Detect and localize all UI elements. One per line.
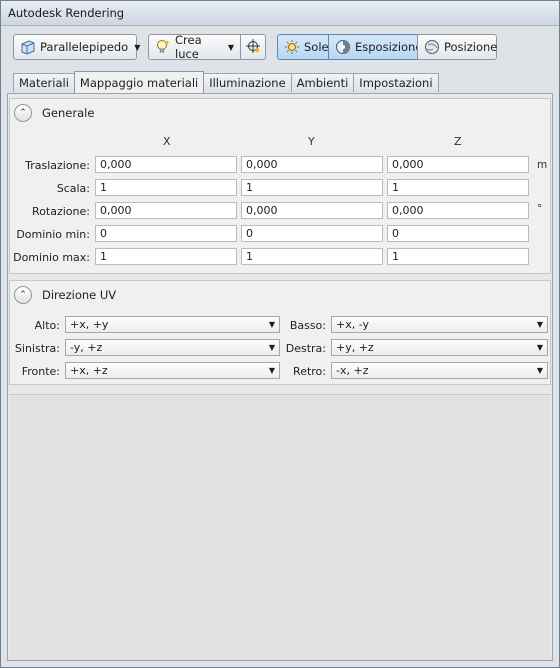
lightbulb-icon <box>155 39 171 55</box>
general-title: Generale <box>42 106 95 120</box>
tab-environments[interactable]: Ambienti <box>290 73 355 92</box>
axis-z-label: Z <box>454 135 462 148</box>
translation-y-field[interactable]: 0,000 <box>241 156 383 173</box>
uv-top-value: +x, +y <box>70 318 109 331</box>
dropdown-arrow-icon: ▼ <box>536 343 543 352</box>
empty-content-area <box>9 394 551 660</box>
dropdown-arrow-icon: ▼ <box>268 366 275 375</box>
toolbar: Parallelepipedo ▼ Crea luce ▼ Sole Espos… <box>11 33 551 62</box>
scale-x-field[interactable]: 1 <box>95 179 237 196</box>
sun-icon <box>284 39 300 55</box>
rotation-x-field[interactable]: 0,000 <box>95 202 237 219</box>
uv-right-select[interactable]: +y, +z ▼ <box>331 339 548 356</box>
position-label: Posizione <box>444 40 498 54</box>
uv-top-label: Alto: <box>34 319 60 332</box>
uv-direction-title: Direzione UV <box>42 288 117 302</box>
position-button[interactable]: Posizione <box>417 34 497 60</box>
shape-dropdown-button[interactable]: Parallelepipedo ▼ <box>13 34 141 60</box>
uv-right-label: Destra: <box>285 342 326 355</box>
mapping-panel: ⌃ Generale X Y Z Traslazione: 0,000 0,00… <box>7 93 553 661</box>
uv-left-value: -y, +z <box>70 341 103 354</box>
create-light-button[interactable]: Crea luce ▼ <box>148 33 241 61</box>
domain-min-x-field[interactable]: 0 <box>95 225 237 242</box>
uv-left-label: Sinistra: <box>14 342 60 355</box>
translation-z-field[interactable]: 0,000 <box>387 156 529 173</box>
exposure-label: Esposizione <box>355 40 423 54</box>
translation-label: Traslazione: <box>25 159 90 172</box>
uv-right-value: +y, +z <box>336 341 374 354</box>
translation-x-field[interactable]: 0,000 <box>95 156 237 173</box>
uv-direction-section: ⌃ Direzione UV Alto: +x, +y ▼ Sinistra: -… <box>9 280 551 385</box>
axis-y-label: Y <box>308 135 315 148</box>
exposure-icon <box>335 39 351 55</box>
rotation-unit: ° <box>537 203 543 215</box>
uv-front-label: Fronte: <box>21 365 60 378</box>
tab-bar: Materiali Mappaggio materiali Illuminazi… <box>13 71 439 93</box>
uv-front-value: +x, +z <box>70 364 108 377</box>
scale-label: Scala: <box>56 182 90 195</box>
crosshair-icon <box>245 38 261 57</box>
uv-left-select[interactable]: -y, +z ▼ <box>65 339 280 356</box>
tab-material-mapping[interactable]: Mappaggio materiali <box>73 71 205 93</box>
dropdown-arrow-icon: ▼ <box>268 343 275 352</box>
domain-max-label: Dominio max: <box>13 251 90 264</box>
general-section: ⌃ Generale X Y Z Traslazione: 0,000 0,00… <box>9 98 551 274</box>
box-icon <box>20 39 36 55</box>
domain-max-z-field[interactable]: 1 <box>387 248 529 265</box>
uv-bottom-select[interactable]: +x, -y ▼ <box>331 316 548 333</box>
light-target-button[interactable] <box>240 34 266 60</box>
chevron-down-icon: ▼ <box>227 42 234 52</box>
rendering-window: Autodesk Rendering Parallelepipedo ▼ Cre… <box>0 0 560 668</box>
uv-back-label: Retro: <box>293 365 326 378</box>
collapse-icon[interactable]: ⌃ <box>14 104 32 122</box>
window-title: Autodesk Rendering <box>1 1 559 26</box>
sun-button[interactable]: Sole <box>277 34 329 60</box>
tab-settings[interactable]: Impostazioni <box>353 73 439 92</box>
create-light-label: Crea luce <box>175 33 202 61</box>
sun-label: Sole <box>304 40 329 54</box>
domain-min-label: Dominio min: <box>16 228 90 241</box>
domain-min-z-field[interactable]: 0 <box>387 225 529 242</box>
dropdown-arrow-icon: ▼ <box>536 320 543 329</box>
tab-materials[interactable]: Materiali <box>13 73 75 92</box>
uv-direction-header[interactable]: ⌃ Direzione UV <box>14 286 116 304</box>
globe-icon <box>424 39 440 55</box>
uv-front-select[interactable]: +x, +z ▼ <box>65 362 280 379</box>
rotation-z-field[interactable]: 0,000 <box>387 202 529 219</box>
scale-z-field[interactable]: 1 <box>387 179 529 196</box>
uv-bottom-value: +x, -y <box>336 318 370 331</box>
general-header[interactable]: ⌃ Generale <box>14 104 94 122</box>
tab-lighting[interactable]: Illuminazione <box>203 73 292 92</box>
uv-bottom-label: Basso: <box>289 319 326 332</box>
domain-max-y-field[interactable]: 1 <box>241 248 383 265</box>
axis-x-label: X <box>163 135 171 148</box>
scale-y-field[interactable]: 1 <box>241 179 383 196</box>
domain-max-x-field[interactable]: 1 <box>95 248 237 265</box>
collapse-icon[interactable]: ⌃ <box>14 286 32 304</box>
uv-back-select[interactable]: -x, +z ▼ <box>331 362 548 379</box>
exposure-button[interactable]: Esposizione <box>328 34 422 60</box>
chevron-down-icon: ▼ <box>134 42 141 52</box>
translation-unit: m <box>537 159 548 171</box>
domain-min-y-field[interactable]: 0 <box>241 225 383 242</box>
shape-label: Parallelepipedo <box>40 40 129 54</box>
rotation-label: Rotazione: <box>32 205 90 218</box>
dropdown-arrow-icon: ▼ <box>268 320 275 329</box>
uv-back-value: -x, +z <box>336 364 369 377</box>
rotation-y-field[interactable]: 0,000 <box>241 202 383 219</box>
uv-top-select[interactable]: +x, +y ▼ <box>65 316 280 333</box>
dropdown-arrow-icon: ▼ <box>536 366 543 375</box>
